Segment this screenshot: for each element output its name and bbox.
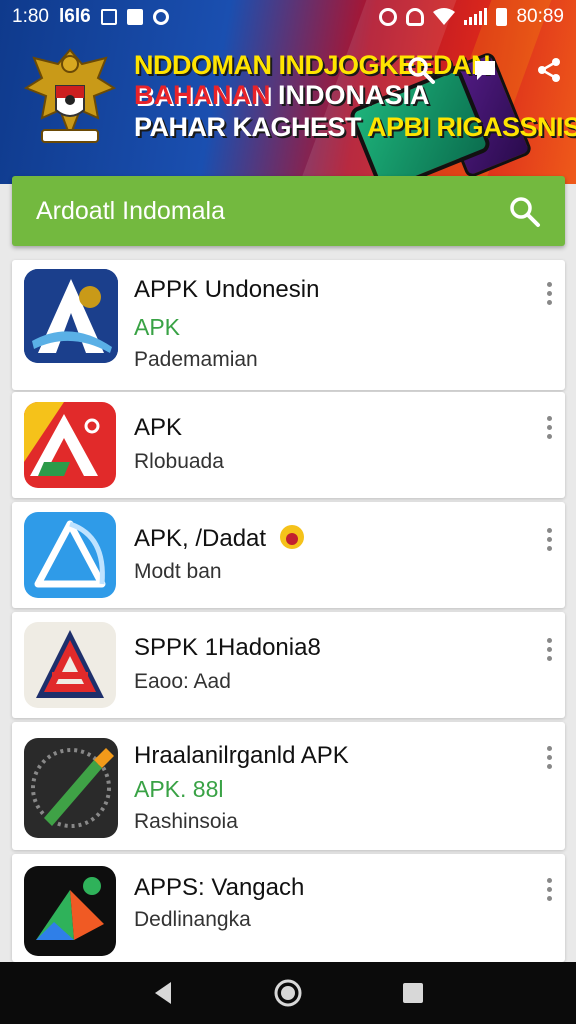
list-item[interactable]: APK Rlobuada [12,392,565,498]
banner-headline-2-red: BAHANAN [134,80,271,110]
banner-headline-3-yellow: APBI RIGASSNISU!! [367,112,576,142]
app-title-text: APPS: Vangach [134,874,305,901]
app-title: Hraalanilrganld APK [134,742,349,769]
more-options-icon[interactable] [545,746,553,769]
status-bar: 1:80 l6l6 80:89 [0,0,576,34]
list-item[interactable]: APK, /Dadat Modt ban [12,502,565,608]
status-carrier: l6l6 [58,6,91,27]
app-title: APPS: Vangach [134,874,304,902]
emoji-badge-icon [279,525,304,549]
app-subtitle: Pademamian [134,348,258,371]
banner-headline-3-white: PAHAR KAGHEST [134,112,362,142]
alarm-icon [379,8,398,26]
back-icon[interactable] [143,973,183,1013]
garuda-emblem-icon [24,48,116,143]
more-options-icon[interactable] [545,282,553,305]
banner-headline-2: BAHANAN INDONASIA [134,80,430,111]
app-icon [24,622,116,708]
app-title: APK, /Dadat [134,524,305,553]
app-subtitle: Rashinsoia [134,810,238,833]
app-subtitle: Dedlinangka [134,908,251,931]
app-title: APK [134,414,183,441]
hotspot-icon [406,8,425,26]
wifi-icon [433,8,456,25]
search-bar[interactable]: Ardoatl Indomala [12,176,565,246]
system-nav-bar [0,962,576,1024]
home-icon[interactable] [268,973,308,1013]
list-item[interactable]: APPK Undonesin APK Pademamian [12,260,565,390]
app-tag: APK [134,314,181,340]
sync-notification-icon [152,9,169,25]
banner-headline-3: PAHAR KAGHEST APBI RIGASSNISU!! [134,112,576,143]
app-subtitle: Rlobuada [134,450,224,473]
more-options-icon[interactable] [545,416,553,439]
list-item[interactable]: Hraalanilrganld APK APK. 88l Rashinsoia [12,722,565,850]
app-icon [24,738,118,838]
app-notification-icon [126,9,143,25]
share-icon[interactable] [532,55,566,85]
battery-icon [496,8,508,26]
app-icon [24,512,116,598]
app-icon [24,269,118,363]
more-options-icon[interactable] [545,638,553,661]
more-options-icon[interactable] [545,878,553,901]
search-query[interactable]: Ardoatl Indomala [36,197,225,226]
list-item[interactable]: APPS: Vangach Dedlinangka [12,854,565,962]
app-title: SPPK 1Hadonia8 [134,634,321,661]
search-icon[interactable] [404,55,438,85]
more-options-icon[interactable] [545,528,553,551]
app-tag: APK. 88l [134,776,224,802]
status-clock: 80:89 [516,6,564,27]
app-subtitle: Eaoo: Aad [134,670,231,693]
signal-icon [464,8,488,25]
message-icon[interactable] [468,55,502,85]
status-time: 1:80 [12,6,49,27]
app-title-text: APK, /Dadat [134,525,267,552]
app-title: APPK Undonesin [134,276,320,303]
app-icon [24,402,116,488]
list-item[interactable]: SPPK 1Hadonia8 Eaoo: Aad [12,612,565,718]
app-icon [24,866,116,956]
recent-apps-icon[interactable] [393,973,433,1013]
app-subtitle: Modt ban [134,560,222,583]
search-icon[interactable] [507,194,541,228]
gallery-notification-icon [100,9,117,25]
